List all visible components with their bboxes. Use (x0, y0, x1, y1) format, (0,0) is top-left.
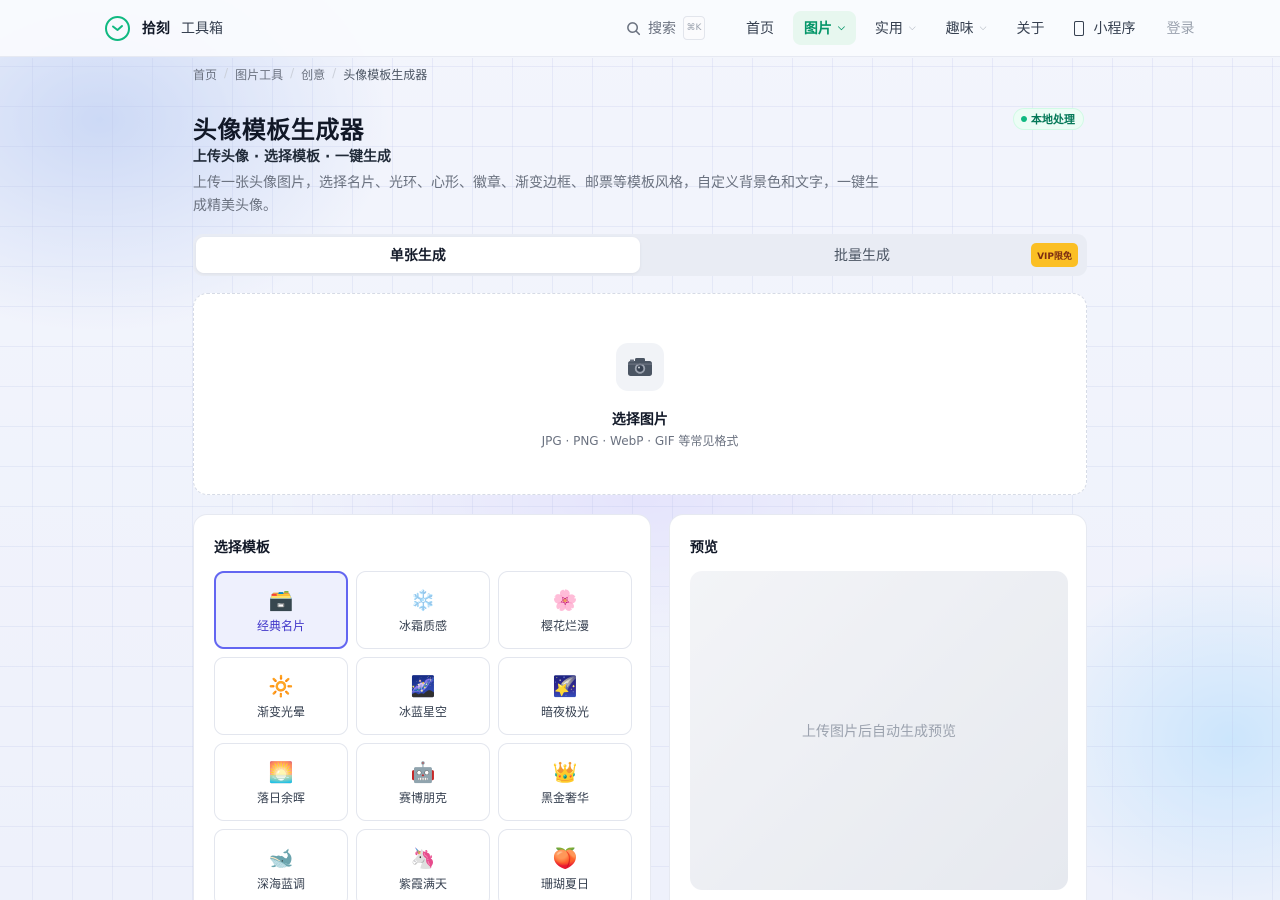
mini-program-label: 小程序 (1093, 21, 1136, 37)
template-grid: 🗃️ 经典名片 ❄️ 冰霜质感 🌸 樱花烂漫 🔆 渐变光晕 🌌 冰蓝星空 🌠 暗夜极光 🌅 落… (214, 571, 632, 900)
local-processing-badge: 本地处理 (1013, 108, 1084, 130)
main-nav: 搜索 ⌘K 首页 图片 ⌵ 实用 ⌵ 趣味 ⌵ 关于 小程序 登录 (626, 11, 1194, 45)
preview-placeholder: 上传图片后自动生成预览 (802, 723, 956, 740)
template-label: 紫霞满天 (398, 876, 447, 891)
breadcrumb-creative[interactable]: 创意 (301, 66, 325, 83)
template-sakura[interactable]: 🌸 樱花烂漫 (498, 571, 632, 649)
shooting-star-icon: 🌠 (552, 673, 578, 698)
nav-images-label: 图片 (804, 21, 832, 37)
template-label: 落日余晖 (256, 790, 305, 805)
logo[interactable]: 拾刻 工具箱 (105, 14, 223, 42)
breadcrumb-separator: / (332, 66, 337, 80)
template-panel-title: 选择模板 (214, 540, 270, 556)
breadcrumb-current: 头像模板生成器 (343, 68, 428, 82)
nav-mini-program[interactable]: 小程序 (1063, 11, 1146, 45)
nav-utility-label: 实用 (874, 21, 903, 37)
template-label: 赛博朋克 (398, 790, 447, 805)
tab-batch-label: 批量生成 (834, 248, 890, 264)
tab-single-label: 单张生成 (390, 248, 446, 264)
tab-batch[interactable]: 批量生成 VIP限免 (640, 237, 1084, 273)
unicorn-icon: 🦄 (410, 845, 436, 870)
template-label: 渐变光晕 (256, 704, 305, 719)
template-sunset[interactable]: 🌅 落日余晖 (214, 743, 348, 821)
page-description: 上传一张头像图片，选择名片、光环、心形、徽章、渐变边框、邮票等模板风格，自定义背… (193, 175, 879, 214)
crown-icon: 👑 (552, 759, 578, 784)
cherry-blossom-icon: 🌸 (552, 587, 578, 612)
preview-panel-title: 预览 (690, 540, 718, 556)
phone-icon (1074, 20, 1085, 36)
page-subtitle: 上传头像 · 选择模板 · 一键生成 (193, 149, 392, 165)
peach-icon: 🍑 (552, 845, 578, 870)
sunset-icon: 🌅 (268, 759, 294, 784)
chevron-down-icon: ⌵ (979, 23, 987, 33)
template-label: 冰蓝星空 (398, 704, 447, 719)
template-panel: 选择模板 🗃️ 经典名片 ❄️ 冰霜质感 🌸 樱花烂漫 🔆 渐变光晕 🌌 冰蓝星空 🌠 暗夜… (193, 514, 651, 900)
template-coral-summer[interactable]: 🍑 珊瑚夏日 (498, 829, 632, 900)
search-label: 搜索 (648, 21, 676, 37)
template-label: 冰霜质感 (398, 618, 447, 633)
template-label: 黑金奢华 (540, 790, 589, 805)
preview-area: 上传图片后自动生成预览 (690, 571, 1068, 890)
badge-label: 本地处理 (1031, 113, 1075, 126)
camera-icon (616, 343, 664, 391)
template-label: 珊瑚夏日 (540, 876, 589, 891)
nav-images[interactable]: 图片 ⌵ (793, 11, 856, 45)
status-dot-icon (1021, 116, 1027, 122)
template-label: 经典名片 (256, 618, 305, 633)
nav-fun[interactable]: 趣味 ⌵ (935, 11, 998, 45)
robot-icon: 🤖 (410, 759, 436, 784)
brand-subtitle: 工具箱 (181, 21, 223, 37)
template-frost[interactable]: ❄️ 冰霜质感 (356, 571, 490, 649)
template-deep-sea[interactable]: 🐋 深海蓝调 (214, 829, 348, 900)
template-purple-sky[interactable]: 🦄 紫霞满天 (356, 829, 490, 900)
clock-logo-icon (105, 15, 130, 41)
sun-icon: 🔆 (268, 673, 294, 698)
nav-utility[interactable]: 实用 ⌵ (864, 11, 927, 45)
breadcrumb-image-tools[interactable]: 图片工具 (235, 66, 283, 83)
search-button[interactable]: 搜索 ⌘K (626, 11, 705, 45)
nav-home-label: 首页 (746, 21, 774, 37)
page-title: 头像模板生成器 (193, 116, 365, 144)
breadcrumb: 首页 / 图片工具 / 创意 / 头像模板生成器 (193, 66, 427, 83)
template-black-gold[interactable]: 👑 黑金奢华 (498, 743, 632, 821)
search-shortcut: ⌘K (683, 16, 705, 40)
brand-name: 拾刻 (142, 21, 170, 37)
snowflake-icon: ❄️ (410, 587, 436, 612)
template-label: 樱花烂漫 (540, 618, 589, 633)
tab-single[interactable]: 单张生成 (196, 237, 640, 273)
breadcrumb-separator: / (290, 66, 295, 80)
breadcrumb-separator: / (224, 66, 229, 80)
preview-panel: 预览 上传图片后自动生成预览 (669, 514, 1087, 900)
template-cyberpunk[interactable]: 🤖 赛博朋克 (356, 743, 490, 821)
upload-title: 选择图片 (612, 412, 668, 428)
chevron-down-icon: ⌵ (838, 23, 845, 33)
vip-badge: VIP限免 (1031, 243, 1078, 267)
mode-tabs: 单张生成 批量生成 VIP限免 (193, 234, 1087, 276)
nav-about-label: 关于 (1016, 21, 1045, 37)
template-label: 深海蓝调 (256, 876, 305, 891)
upload-dropzone[interactable]: 选择图片 JPG · PNG · WebP · GIF 等常见格式 (193, 293, 1087, 495)
template-label: 暗夜极光 (540, 704, 589, 719)
template-gradient-halo[interactable]: 🔆 渐变光晕 (214, 657, 348, 735)
nav-fun-label: 趣味 (945, 21, 974, 37)
whale-icon: 🐋 (268, 845, 294, 870)
template-ice-starry[interactable]: 🌌 冰蓝星空 (356, 657, 490, 735)
chevron-down-icon: ⌵ (908, 23, 916, 33)
top-navbar: 拾刻 工具箱 搜索 ⌘K 首页 图片 ⌵ 实用 ⌵ 趣味 ⌵ 关于 小程序 登录 (0, 0, 1280, 57)
card-index-icon: 🗃️ (268, 587, 294, 612)
template-classic-card[interactable]: 🗃️ 经典名片 (214, 571, 348, 649)
nav-about[interactable]: 关于 (1005, 11, 1055, 45)
milky-way-icon: 🌌 (410, 673, 436, 698)
upload-format-hint: JPG · PNG · WebP · GIF 等常见格式 (541, 434, 739, 448)
breadcrumb-home[interactable]: 首页 (193, 66, 217, 83)
search-icon (627, 21, 641, 35)
login-button[interactable]: 登录 (1150, 18, 1194, 38)
nav-home[interactable]: 首页 (735, 11, 785, 45)
template-night-aurora[interactable]: 🌠 暗夜极光 (498, 657, 632, 735)
